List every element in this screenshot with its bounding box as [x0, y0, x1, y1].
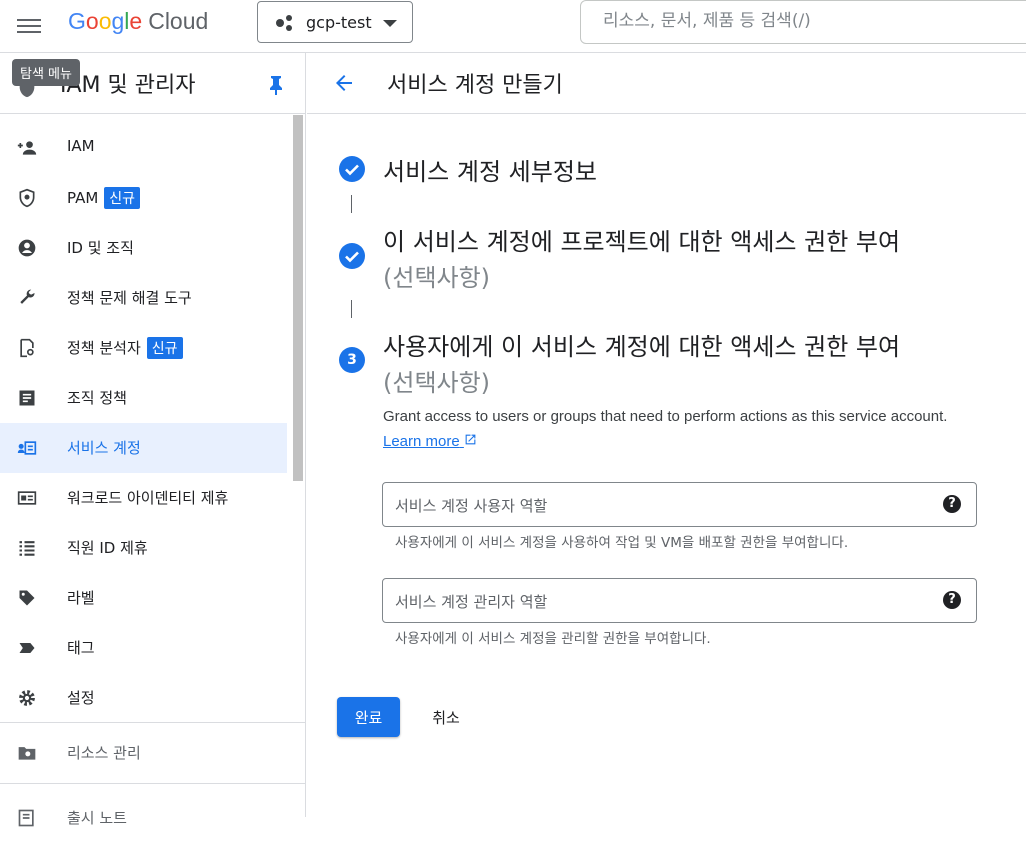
sidebar-item-identity-org[interactable]: ID 및 조직	[0, 223, 287, 273]
list-icon	[19, 541, 35, 556]
step-2-optional: (선택사항)	[383, 264, 491, 292]
done-button[interactable]: 완료	[337, 697, 400, 737]
step-1-title[interactable]: 서비스 계정 세부정보	[383, 152, 597, 187]
sidebar-scrollbar[interactable]	[293, 115, 303, 481]
sidebar-item-resource-manage[interactable]: 리소스 관리	[0, 728, 287, 778]
top-bar: Google Cloud gcp-test	[0, 0, 1026, 53]
chevron-down-icon	[383, 20, 397, 27]
sidebar-item-settings[interactable]: 설정	[0, 673, 287, 723]
sidebar-item-release-notes[interactable]: 출시 노트	[0, 793, 287, 843]
sidebar-item-tags[interactable]: 태그	[0, 623, 287, 673]
project-picker-button[interactable]: gcp-test	[257, 1, 413, 43]
nav-menu-tooltip: 탐색 메뉴	[12, 59, 80, 86]
sidebar-item-labels[interactable]: 라벨	[0, 573, 287, 623]
step-connector	[351, 195, 352, 213]
pin-icon[interactable]	[268, 75, 284, 95]
step-1-check-icon	[339, 156, 365, 182]
user-role-hint: 사용자에게 이 서비스 계정을 사용하여 작업 및 VM을 배포할 권한을 부여…	[395, 535, 849, 551]
sidebar-item-org-policy[interactable]: 조직 정책	[0, 373, 287, 423]
sidebar-item-iam[interactable]: IAM	[0, 123, 287, 173]
folder-gear-icon	[18, 747, 36, 760]
sidebar: IAM 및 관리자 탐색 메뉴 IAM PAM 신규 ID 및 조직 정책 문제 …	[0, 53, 306, 827]
sidebar-item-workload-identity[interactable]: 워크로드 아이덴티티 제휴	[0, 473, 287, 523]
grant-access-description: Grant access to users or groups that nee…	[383, 408, 948, 450]
help-icon[interactable]: ?	[943, 495, 961, 513]
page-title: 서비스 계정 만들기	[387, 73, 563, 98]
account-circle-icon	[18, 239, 36, 257]
project-icon	[276, 15, 292, 31]
sidebar-divider	[0, 783, 305, 784]
admin-role-hint: 사용자에게 이 서비스 계정을 관리할 권한을 부여합니다.	[395, 631, 711, 647]
new-badge: 신규	[146, 337, 183, 359]
document-icon	[19, 390, 35, 406]
policy-search-icon	[20, 338, 34, 358]
gear-icon	[19, 690, 35, 706]
step-3-number: 3	[339, 347, 365, 373]
sidebar-item-policy-analyzer[interactable]: 정책 분석자 신규	[0, 323, 287, 373]
person-add-icon	[17, 141, 37, 155]
check-icon	[345, 251, 359, 263]
step-connector	[351, 300, 352, 318]
field-placeholder: 서비스 계정 사용자 역할	[395, 497, 548, 515]
google-cloud-logo[interactable]: Google Cloud	[68, 8, 208, 35]
field-placeholder: 서비스 계정 관리자 역할	[395, 593, 548, 611]
sidebar-item-policy-troubleshooter[interactable]: 정책 문제 해결 도구	[0, 273, 287, 323]
check-icon	[345, 164, 359, 176]
help-icon[interactable]: ?	[943, 591, 961, 609]
step-3-optional: (선택사항)	[383, 369, 491, 397]
step-3-title: 사용자에게 이 서비스 계정에 대한 액세스 권한 부여	[383, 333, 901, 361]
tag-icon	[19, 643, 35, 653]
service-account-user-role-field[interactable]: 서비스 계정 사용자 역할 ?	[382, 482, 977, 527]
step-2-title[interactable]: 이 서비스 계정에 프로젝트에 대한 액세스 권한 부여	[383, 222, 900, 257]
release-notes-icon	[18, 809, 34, 827]
wrench-icon	[20, 289, 35, 304]
search-input[interactable]	[601, 10, 1005, 32]
back-arrow-icon[interactable]	[332, 71, 356, 95]
external-link-icon	[465, 434, 476, 445]
learn-more-link[interactable]: Learn more	[383, 433, 477, 450]
main-header: 서비스 계정 만들기	[307, 53, 1026, 114]
id-card-icon	[17, 491, 37, 505]
sidebar-item-pam[interactable]: PAM 신규	[0, 173, 287, 223]
menu-icon[interactable]	[17, 15, 41, 35]
cancel-button[interactable]: 취소	[418, 697, 474, 737]
sidebar-item-workforce-identity[interactable]: 직원 ID 제휴	[0, 523, 287, 573]
step-2-check-icon	[339, 243, 365, 269]
service-account-admin-role-field[interactable]: 서비스 계정 관리자 역할 ?	[382, 578, 977, 623]
label-icon	[19, 590, 35, 606]
new-badge: 신규	[104, 187, 141, 209]
sidebar-item-service-accounts[interactable]: 서비스 계정	[0, 423, 287, 473]
shield-icon	[19, 188, 35, 208]
sidebar-divider	[0, 722, 305, 723]
search-bar[interactable]	[580, 0, 1026, 44]
sidebar-title: IAM 및 관리자	[60, 73, 196, 98]
service-account-icon	[17, 441, 37, 455]
project-name: gcp-test	[306, 13, 372, 32]
